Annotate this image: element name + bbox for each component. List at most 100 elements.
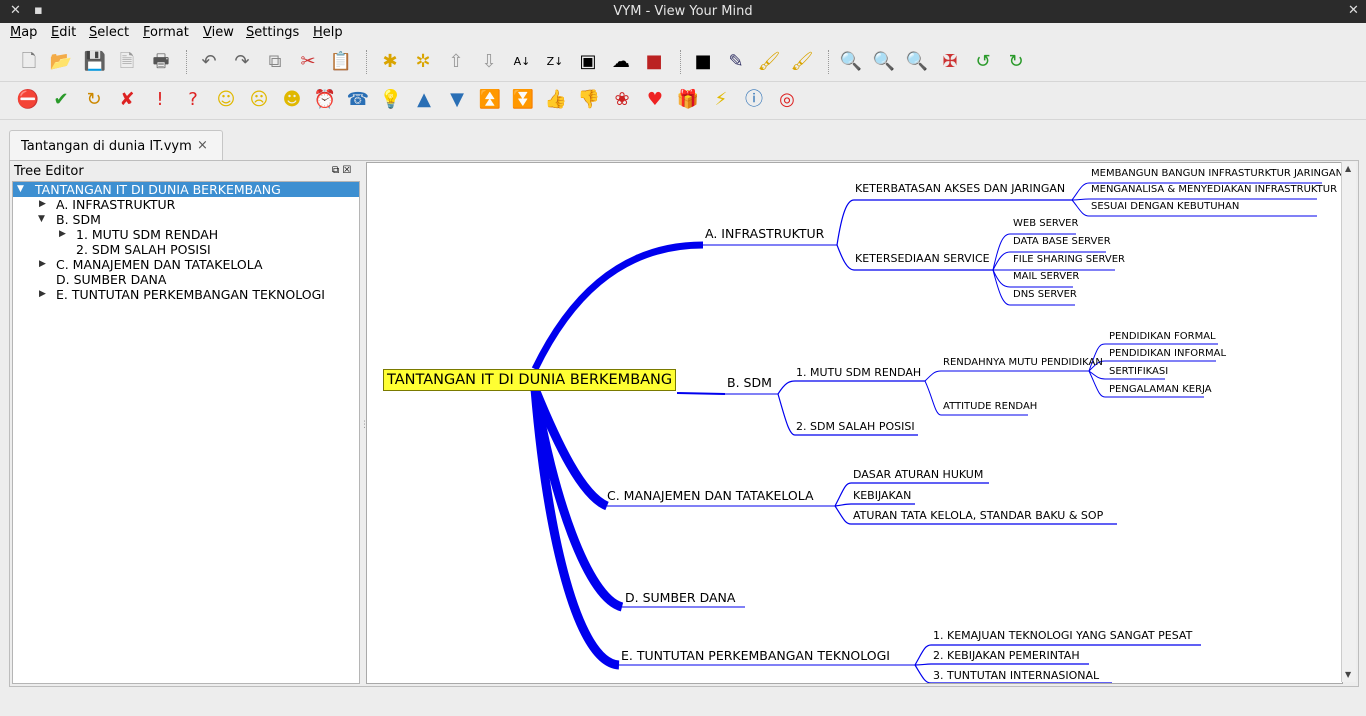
smiley-good-icon[interactable]: ☺	[215, 89, 237, 111]
exclamation-flag-icon[interactable]: !	[149, 89, 171, 111]
menu-select[interactable]: Select	[89, 25, 129, 40]
tree-editor[interactable]: ▼ TANTANGAN IT DI DUNIA BERKEMBANG ▶ A. …	[12, 181, 360, 684]
map-node-c-1[interactable]: KEBIJAKAN	[853, 489, 911, 502]
map-node-a-c1-0[interactable]: MEMBANGUN BANGUN INFRASTURKTUR JARINGAN	[1091, 168, 1342, 180]
map-node-a-c2-2[interactable]: FILE SHARING SERVER	[1013, 254, 1125, 266]
smiley-omg-icon[interactable]: ☻	[281, 89, 303, 111]
close-panel-icon[interactable]: ☒	[342, 165, 351, 176]
expanded-icon[interactable]: ▼	[17, 182, 24, 197]
map-node-b-c1a[interactable]: RENDAHNYA MUTU PENDIDIKAN	[943, 357, 1103, 369]
paste-icon[interactable]: 📋	[330, 51, 352, 73]
clock-icon[interactable]: ⏰	[314, 89, 336, 111]
tree-item-e[interactable]: ▶ E. TUNTUTAN PERKEMBANGAN TEKNOLOGI	[13, 287, 359, 302]
pick-color-icon[interactable]: ✎	[725, 51, 747, 73]
move-down-icon[interactable]: ⇩	[478, 51, 500, 73]
save-icon[interactable]: 💾	[84, 51, 106, 73]
smiley-sad-icon[interactable]: ☹	[248, 89, 270, 111]
arrow-down-icon[interactable]: ▼	[446, 89, 468, 111]
map-node-b-c1a-0[interactable]: PENDIDIKAN FORMAL	[1109, 331, 1216, 343]
tree-item-a[interactable]: ▶ A. INFRASTRUKTUR	[13, 197, 359, 212]
frame-icon[interactable]: ■	[692, 51, 714, 73]
rotate-left-icon[interactable]: ↺	[972, 51, 994, 73]
map-root-node[interactable]: TANTANGAN IT DI DUNIA BERKEMBANG	[383, 369, 677, 391]
map-node-e-1[interactable]: 2. KEBIJAKAN PEMERINTAH	[933, 649, 1080, 662]
scroll-up-icon[interactable]: ▲	[1345, 164, 1351, 173]
expanded-icon[interactable]: ▼	[38, 212, 45, 227]
undo-icon[interactable]: ↶	[198, 51, 220, 73]
add-branch-above-icon[interactable]: ✲	[412, 51, 434, 73]
thumb-up-icon[interactable]: 👍	[545, 89, 567, 111]
copy-icon[interactable]: ⧉	[264, 51, 286, 73]
rose-icon[interactable]: ❀	[611, 89, 633, 111]
zoom-out-icon[interactable]: 🔍	[873, 51, 895, 73]
map-node-c[interactable]: C. MANAJEMEN DAN TATAKELOLA	[607, 488, 814, 503]
image-icon[interactable]: ▣	[577, 51, 599, 73]
open-icon[interactable]: 📂	[50, 51, 72, 73]
print-icon[interactable]: 🖶	[150, 51, 172, 73]
info-icon[interactable]: ⓘ	[743, 89, 765, 111]
present-icon[interactable]: 🎁	[677, 89, 699, 111]
cross-flag-icon[interactable]: ✘	[116, 89, 138, 111]
lifebelt-icon[interactable]: ◎	[776, 89, 798, 111]
close-window-right-icon[interactable]: ✕	[1348, 3, 1359, 18]
menu-edit[interactable]: Edit	[51, 25, 76, 40]
sort-za-icon[interactable]: Z↓	[544, 51, 566, 73]
map-node-a[interactable]: A. INFRASTRUKTUR	[705, 226, 824, 241]
collapsed-icon[interactable]: ▶	[39, 287, 46, 302]
menu-format[interactable]: Format	[143, 25, 189, 40]
map-node-b-c1[interactable]: 1. MUTU SDM RENDAH	[796, 366, 921, 379]
menu-view[interactable]: View	[203, 25, 234, 40]
map-node-a-c2-4[interactable]: DNS SERVER	[1013, 289, 1077, 301]
move-up-icon[interactable]: ⇧	[445, 51, 467, 73]
arrow-up-icon[interactable]: ▲	[413, 89, 435, 111]
map-node-b-c1a-2[interactable]: SERTIFIKASI	[1109, 366, 1168, 378]
scroll-down-icon[interactable]: ▼	[1345, 670, 1351, 679]
ok-flag-icon[interactable]: ✔	[50, 89, 72, 111]
color-icon[interactable]: ■	[643, 51, 665, 73]
map-node-b[interactable]: B. SDM	[727, 375, 772, 390]
tab-map-file[interactable]: Tantangan di dunia IT.vym ×	[9, 130, 223, 161]
redo-icon[interactable]: ↷	[231, 51, 253, 73]
refresh-flag-icon[interactable]: ↻	[83, 89, 105, 111]
vertical-scrollbar[interactable]: ▲ ▼	[1341, 162, 1356, 682]
tree-item-root[interactable]: ▼ TANTANGAN IT DI DUNIA BERKEMBANG	[13, 182, 359, 197]
float-icon[interactable]: ⧉	[332, 165, 339, 176]
map-node-b-c1a-1[interactable]: PENDIDIKAN INFORMAL	[1109, 348, 1226, 360]
tab-close-icon[interactable]: ×	[197, 138, 208, 153]
map-node-a-c1-2[interactable]: SESUAI DENGAN KEBUTUHAN	[1091, 201, 1239, 213]
map-node-b-c1b[interactable]: ATTITUDE RENDAH	[943, 401, 1037, 413]
tree-item-b2[interactable]: 2. SDM SALAH POSISI	[13, 242, 359, 257]
arrow-2up-icon[interactable]: ⏫	[479, 89, 501, 111]
heart-icon[interactable]: ♥	[644, 89, 666, 111]
mindmap-canvas[interactable]: TANTANGAN IT DI DUNIA BERKEMBANG A. INFR…	[366, 162, 1343, 684]
map-node-a-c2-0[interactable]: WEB SERVER	[1013, 218, 1078, 230]
flash-icon[interactable]: ⚡	[710, 89, 732, 111]
zoom-reset-icon[interactable]: 🔍	[906, 51, 928, 73]
format-painter-icon[interactable]: 🖌	[758, 51, 781, 73]
sort-az-icon[interactable]: A↓	[511, 51, 533, 73]
map-node-b-c2[interactable]: 2. SDM SALAH POSISI	[796, 420, 915, 433]
collapsed-icon[interactable]: ▶	[39, 197, 46, 212]
thumb-down-icon[interactable]: 👎	[578, 89, 600, 111]
map-node-a-c2[interactable]: KETERSEDIAAN SERVICE	[855, 252, 990, 265]
map-node-a-c1-1[interactable]: MENGANALISA & MENYEDIAKAN INFRASTRUKTUR	[1091, 184, 1337, 196]
map-node-e[interactable]: E. TUNTUTAN PERKEMBANGAN TEKNOLOGI	[621, 648, 890, 663]
map-node-c-2[interactable]: ATURAN TATA KELOLA, STANDAR BAKU & SOP	[853, 509, 1103, 522]
rotate-right-icon[interactable]: ↻	[1005, 51, 1027, 73]
map-node-a-c2-3[interactable]: MAIL SERVER	[1013, 271, 1079, 283]
cloud-icon[interactable]: ☁	[610, 51, 632, 73]
add-branch-icon[interactable]: ✱	[379, 51, 401, 73]
format-painter-all-icon[interactable]: 🖌	[791, 51, 814, 73]
map-node-a-c1[interactable]: KETERBATASAN AKSES DAN JARINGAN	[855, 182, 1065, 195]
map-node-a-c2-1[interactable]: DATA BASE SERVER	[1013, 236, 1111, 248]
export-icon[interactable]: 🗎	[116, 51, 138, 73]
menu-help[interactable]: Help	[313, 25, 343, 40]
menu-settings[interactable]: Settings	[246, 25, 299, 40]
lamp-icon[interactable]: 💡	[380, 89, 402, 111]
phone-icon[interactable]: ☎	[347, 89, 369, 111]
menu-map[interactable]: Map	[10, 25, 37, 40]
map-node-d[interactable]: D. SUMBER DANA	[625, 590, 735, 605]
map-node-e-2[interactable]: 3. TUNTUTAN INTERNASIONAL	[933, 669, 1099, 682]
tree-item-c[interactable]: ▶ C. MANAJEMEN DAN TATAKELOLA	[13, 257, 359, 272]
collapsed-icon[interactable]: ▶	[59, 227, 66, 242]
